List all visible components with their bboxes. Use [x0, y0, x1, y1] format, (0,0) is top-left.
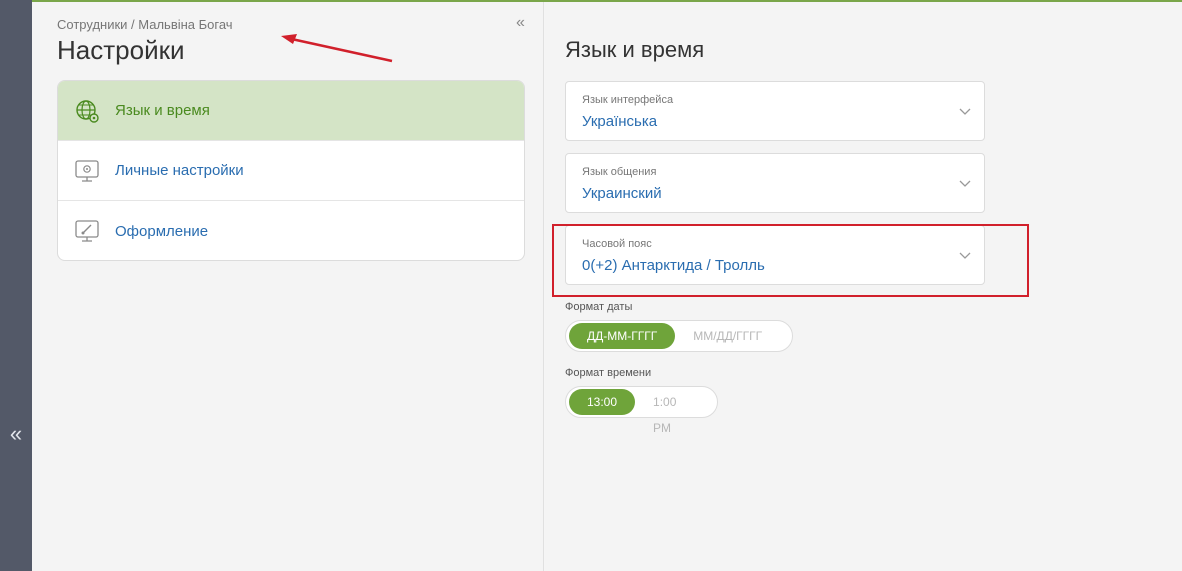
- chevron-down-icon: [959, 108, 971, 115]
- date-format-toggle: ДД-ММ-ГГГГ ММ/ДД/ГГГГ: [565, 320, 793, 352]
- menu-item-label: Личные настройки: [115, 162, 244, 179]
- time-format-toggle: 13:00 1:00 PM: [565, 386, 718, 435]
- monitor-gear-icon: [73, 157, 101, 185]
- settings-menu: Язык и время Личные настройки Оформление: [57, 80, 525, 261]
- page-title: Настройки: [57, 35, 185, 65]
- menu-item-personal-settings[interactable]: Личные настройки: [58, 141, 524, 201]
- communication-language-select[interactable]: Язык общения Украинский: [565, 153, 985, 213]
- field-label: Язык общения: [582, 166, 657, 178]
- monitor-brush-icon: [73, 217, 101, 245]
- globe-gear-icon: [73, 97, 101, 125]
- section-title: Язык и время: [565, 37, 705, 62]
- date-format-option-dd-mm-yyyy[interactable]: ДД-ММ-ГГГГ: [569, 323, 676, 349]
- field-label: Язык интерфейса: [582, 94, 674, 106]
- menu-item-language-time[interactable]: Язык и время: [58, 81, 524, 141]
- collapse-panel-button[interactable]: «: [516, 14, 525, 32]
- menu-item-label: Оформление: [115, 222, 209, 240]
- language-time-panel: Язык и время Язык интерфейса Українська …: [545, 2, 1182, 571]
- menu-item-label: Язык и время: [115, 102, 210, 119]
- breadcrumb[interactable]: Сотрудники / Мальвіна Богач: [57, 17, 233, 32]
- field-value: Украинский: [582, 185, 662, 202]
- time-format-label: Формат времени: [565, 367, 652, 379]
- date-format-label: Формат даты: [565, 301, 633, 313]
- left-rail: «: [0, 0, 32, 571]
- menu-item-appearance[interactable]: Оформление: [58, 201, 524, 260]
- field-value: Українська: [582, 113, 658, 130]
- time-format-option-24h[interactable]: 13:00: [569, 389, 636, 415]
- date-format-option-mm-dd-yyyy[interactable]: ММ/ДД/ГГГГ: [675, 323, 780, 349]
- chevron-down-icon: [959, 180, 971, 187]
- settings-nav-panel: Сотрудники / Мальвіна Богач « Настройки …: [32, 2, 544, 571]
- time-format-option-12h[interactable]: 1:00 PM: [635, 389, 714, 435]
- annotation-highlight-box: [552, 224, 1029, 297]
- annotation-arrow-icon: [281, 34, 393, 63]
- expand-sidebar-button[interactable]: «: [0, 420, 32, 448]
- interface-language-select[interactable]: Язык интерфейса Українська: [565, 81, 985, 141]
